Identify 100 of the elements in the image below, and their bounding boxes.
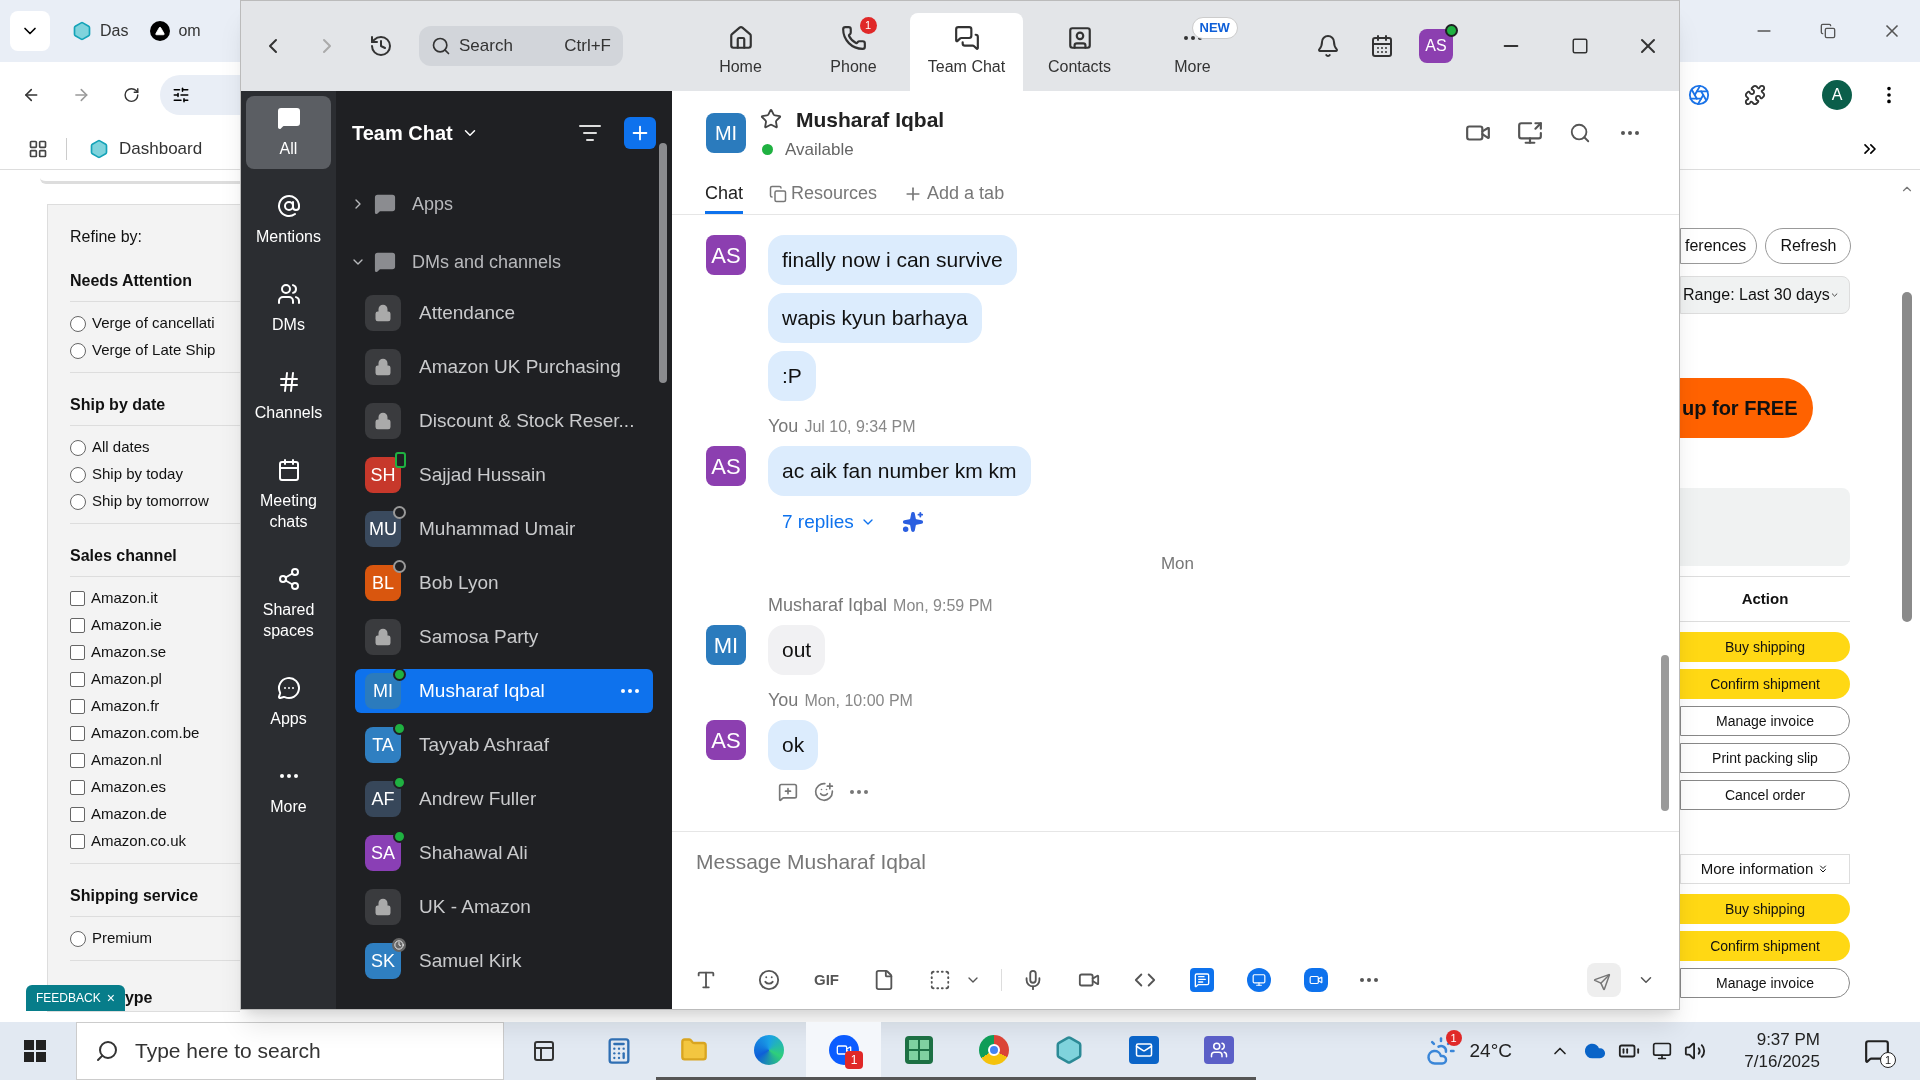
volume-icon[interactable] [1684, 1040, 1706, 1062]
rail-item[interactable]: Apps [246, 666, 331, 739]
task-view-icon[interactable] [531, 1039, 556, 1063]
nav-tab[interactable]: Contacts [1023, 13, 1136, 91]
close-button[interactable]: × [106, 987, 115, 1009]
new-chat-button[interactable] [624, 117, 656, 149]
conversation-item[interactable]: Amazon UK Purchasing [355, 345, 653, 389]
bookmark-link[interactable]: Dashboard [119, 135, 203, 162]
checkbox[interactable] [70, 726, 85, 741]
rail-item[interactable]: DMs [246, 272, 331, 345]
reply-icon[interactable] [778, 782, 798, 802]
action-button[interactable]: Confirm shipment [1680, 931, 1850, 961]
screenshot-icon[interactable] [929, 969, 951, 991]
signup-button[interactable]: up for FREE [1680, 378, 1813, 438]
conversation-item[interactable]: SH Sajjad Hussain [355, 453, 653, 497]
date-range-dropdown[interactable]: Range: Last 30 days [1680, 276, 1850, 314]
more-icon[interactable] [850, 790, 868, 794]
conversation-item[interactable]: Discount & Stock Reser... [355, 399, 653, 443]
rail-item[interactable]: More [246, 754, 331, 827]
more-icon[interactable] [1360, 978, 1378, 982]
search-icon[interactable] [1569, 122, 1591, 144]
clip-app-icon[interactable] [1304, 968, 1328, 992]
radio-button[interactable] [70, 315, 86, 332]
chat-tab[interactable]: Add a tab [903, 176, 1005, 214]
clock[interactable]: 9:37 PM 7/16/2025 [1724, 1029, 1820, 1073]
weather-icon[interactable] [1425, 1036, 1456, 1066]
conversation-item[interactable]: Samosa Party [355, 615, 653, 659]
scrollbar-thumb[interactable] [1902, 292, 1912, 622]
emoji-icon[interactable] [758, 969, 780, 991]
page-button[interactable]: ferences [1680, 228, 1758, 264]
nav-tab[interactable]: 1 Phone [797, 13, 910, 91]
reload-icon[interactable] [123, 85, 140, 105]
nav-tab[interactable]: Team Chat [910, 13, 1023, 91]
checkbox[interactable] [70, 591, 85, 606]
action-button[interactable]: Buy shipping [1680, 632, 1850, 662]
scrollbar-thumb[interactable] [1661, 655, 1669, 811]
text-format-icon[interactable] [695, 969, 717, 991]
team-chat-app-icon[interactable] [1203, 1035, 1234, 1064]
profile-avatar[interactable]: A [1822, 80, 1852, 110]
user-avatar[interactable]: AS [1419, 29, 1453, 63]
network-icon[interactable] [1652, 1041, 1672, 1061]
checkbox[interactable] [70, 753, 85, 768]
taskbar-search-field[interactable]: Type here to search [76, 1022, 504, 1080]
chat-tab[interactable]: Resources [769, 176, 878, 214]
conversation-item[interactable]: SK Samuel Kirk [355, 939, 653, 983]
extension-icon[interactable] [1688, 84, 1710, 106]
message-input[interactable]: Message Musharaf Iqbal [696, 844, 1655, 880]
more-options-icon[interactable] [621, 689, 639, 693]
star-icon[interactable] [760, 108, 782, 131]
checkbox[interactable] [70, 834, 85, 849]
calendar-icon[interactable] [1370, 34, 1394, 58]
conversation-item[interactable]: Attendance [355, 291, 653, 335]
sparkle-icon[interactable] [901, 511, 924, 534]
send-button[interactable] [1587, 963, 1621, 997]
action-button[interactable]: Confirm shipment [1680, 669, 1850, 699]
replies-link[interactable]: 7 replies [782, 508, 876, 537]
more-icon[interactable] [1621, 131, 1639, 135]
whiteboard-app-icon[interactable] [1247, 968, 1271, 992]
restore-icon[interactable] [1820, 23, 1836, 39]
bell-icon[interactable] [1316, 34, 1340, 58]
nav-tab[interactable]: Home [684, 13, 797, 91]
puzzle-icon[interactable] [1744, 84, 1766, 106]
section-header[interactable]: DMs and channels [336, 233, 672, 291]
apps-grid-icon[interactable] [28, 138, 48, 159]
checkbox[interactable] [70, 699, 85, 714]
radio-button[interactable] [70, 439, 86, 456]
rail-item[interactable]: Meeting chats [246, 448, 331, 542]
conversation-item[interactable]: UK - Amazon [355, 885, 653, 929]
search-field[interactable]: Search Ctrl+F [419, 26, 623, 66]
checkbox[interactable] [70, 807, 85, 822]
maximize-icon[interactable] [1571, 37, 1589, 55]
conversation-item[interactable]: TA Tayyab Ashraaf [355, 723, 653, 767]
page-button[interactable]: Refresh [1765, 228, 1852, 264]
start-button[interactable] [24, 1040, 46, 1062]
rail-item[interactable]: Shared spaces [246, 557, 331, 651]
panel-title[interactable]: Team Chat [352, 118, 453, 148]
conversation-item[interactable]: BL Bob Lyon [355, 561, 653, 605]
history-icon[interactable] [369, 34, 393, 58]
checkbox[interactable] [70, 618, 85, 633]
chat-tab[interactable]: Chat [705, 176, 744, 214]
document-app-icon[interactable] [1190, 968, 1214, 992]
conversation-item[interactable]: AF Andrew Fuller [355, 777, 653, 821]
conversation-item[interactable]: MU Muhammad Umair [355, 507, 653, 551]
scrollbar-thumb[interactable] [659, 143, 667, 383]
add-reaction-icon[interactable] [814, 782, 834, 802]
spreadsheet-icon[interactable] [904, 1035, 933, 1064]
action-button[interactable]: Manage invoice [1680, 968, 1850, 998]
feedback-tab[interactable]: FEEDBACK × [26, 985, 125, 1011]
action-button[interactable]: Buy shipping [1680, 894, 1850, 924]
file-icon[interactable] [873, 969, 895, 991]
nav-tab[interactable]: NEW More [1136, 13, 1249, 91]
radio-button[interactable] [70, 466, 86, 483]
more-information-button[interactable]: More information [1680, 854, 1850, 884]
action-button[interactable]: Manage invoice [1680, 706, 1850, 736]
radio-button[interactable] [70, 493, 86, 510]
action-button[interactable]: Print packing slip [1680, 743, 1850, 773]
browser-tab[interactable]: Das [100, 19, 129, 43]
action-button[interactable]: Cancel order [1680, 780, 1850, 810]
radio-button[interactable] [70, 342, 86, 359]
rail-item[interactable]: Mentions [246, 184, 331, 257]
